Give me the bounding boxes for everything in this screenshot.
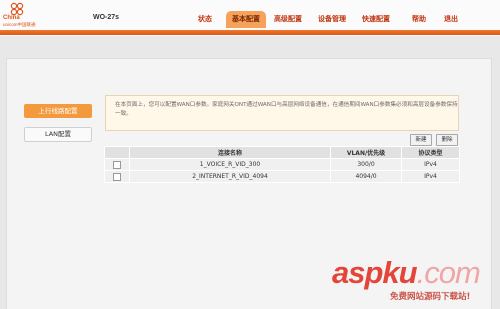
device-model: WO-27s [93,14,120,21]
row-checkbox[interactable] [113,172,121,181]
logo-text-cn: China [3,15,20,21]
header-divider [0,30,500,35]
watermark-tld: .com [416,255,481,290]
unicom-logo: China unicom中国联通 [3,2,43,32]
unicom-knot-icon [10,2,24,16]
protocol-type: IPv4 [401,170,460,183]
delete-button[interactable]: 删除 [436,134,458,146]
connection-name: 1_VOICE_R_VID_300 [129,158,331,171]
nav-item-help[interactable]: 帮助 [412,14,426,24]
table-row[interactable]: 2_INTERNET_R_VID_4094 4094/0 IPv4 [104,170,460,183]
protocol-type: IPv4 [401,158,460,171]
watermark-main: aspku [332,255,418,290]
table-header-row: 连接名称 VLAN/优先级 协议类型 [104,146,460,159]
nav-item-advanced-config[interactable]: 高级配置 [274,14,302,24]
new-button[interactable]: 新建 [410,134,432,146]
column-header-protocol: 协议类型 [401,146,460,159]
connection-name: 2_INTERNET_R_VID_4094 [129,170,331,183]
vlan-priority: 300/0 [330,158,402,171]
watermark-subtitle: 免费网站源码下载站! [390,292,471,302]
nav-item-logout[interactable]: 退出 [444,14,458,24]
logo-text-en: unicom中国联通 [3,22,36,27]
nav-item-device-management[interactable]: 设备管理 [318,14,346,24]
column-header-vlan: VLAN/优先级 [330,146,402,159]
site-watermark: aspku.com [332,255,481,291]
wan-connection-table: 连接名称 VLAN/优先级 协议类型 1_VOICE_R_VID_300 300… [104,146,460,183]
sidebar: 上行线路配置 LAN配置 [24,104,92,151]
vlan-priority: 4094/0 [330,170,402,183]
table-row[interactable]: 1_VOICE_R_VID_300 300/0 IPv4 [104,158,460,171]
select-column-header [104,146,130,159]
nav-item-quick-config[interactable]: 快速配置 [362,14,390,24]
sidebar-item-lan-config[interactable]: LAN配置 [24,127,92,142]
sidebar-item-uplink-config[interactable]: 上行线路配置 [24,104,92,118]
info-notice: 在本页面上，您可以配置WAN口参数。家庭网关ONT通过WAN口与高层网络设备通信… [105,95,459,131]
row-checkbox[interactable] [113,160,121,169]
nav-item-basic-config[interactable]: 基本配置 [226,11,266,28]
column-header-name: 连接名称 [129,146,331,159]
nav-item-status[interactable]: 状态 [198,14,212,24]
